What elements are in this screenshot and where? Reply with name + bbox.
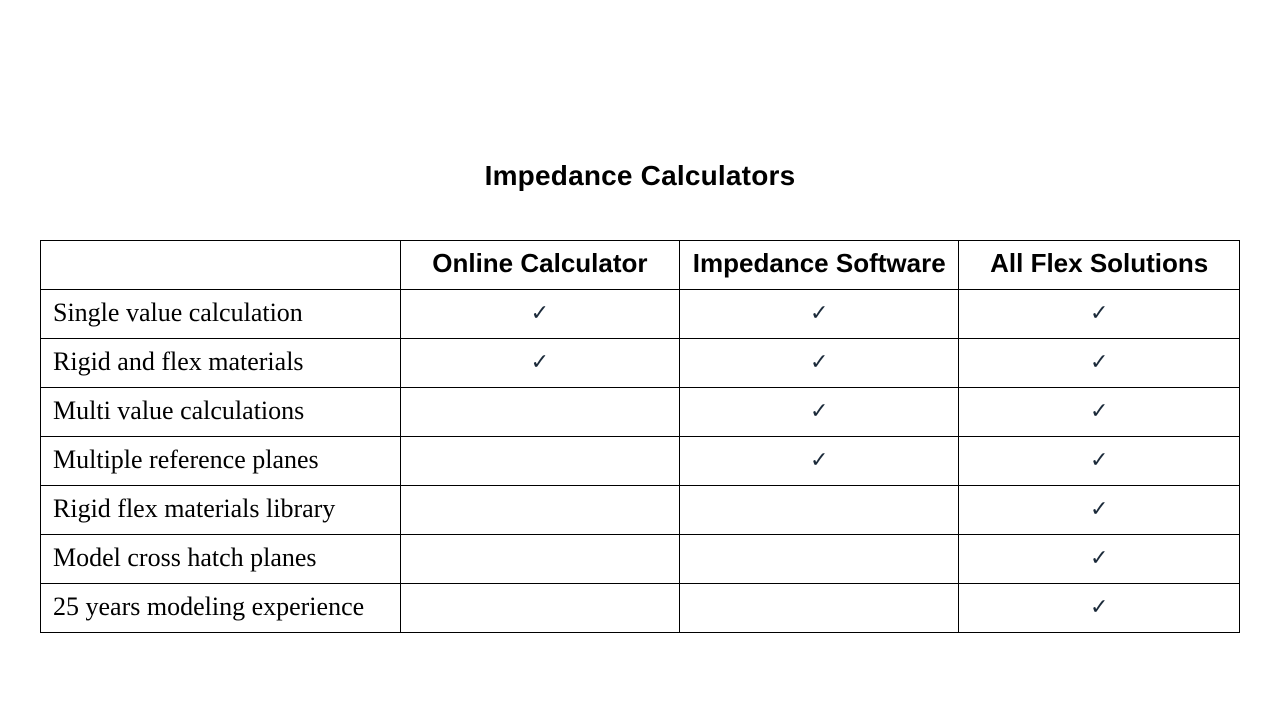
cell: ✓ bbox=[959, 339, 1240, 388]
page: Impedance Calculators Online Calculator … bbox=[0, 0, 1280, 720]
table-row: 25 years modeling experience ✓ bbox=[41, 584, 1240, 633]
cell bbox=[400, 388, 679, 437]
table-row: Single value calculation ✓ ✓ ✓ bbox=[41, 290, 1240, 339]
table-row: Rigid and flex materials ✓ ✓ ✓ bbox=[41, 339, 1240, 388]
table-row: Multiple reference planes ✓ ✓ bbox=[41, 437, 1240, 486]
row-label: Multiple reference planes bbox=[41, 437, 401, 486]
page-title: Impedance Calculators bbox=[40, 160, 1240, 192]
table-header-col-1: Impedance Software bbox=[680, 241, 959, 290]
cell: ✓ bbox=[959, 535, 1240, 584]
cell bbox=[400, 486, 679, 535]
row-label: 25 years modeling experience bbox=[41, 584, 401, 633]
comparison-table: Online Calculator Impedance Software All… bbox=[40, 240, 1240, 633]
row-label: Rigid flex materials library bbox=[41, 486, 401, 535]
cell bbox=[400, 437, 679, 486]
cell: ✓ bbox=[959, 437, 1240, 486]
table-header-col-0: Online Calculator bbox=[400, 241, 679, 290]
row-label: Rigid and flex materials bbox=[41, 339, 401, 388]
table-row: Rigid flex materials library ✓ bbox=[41, 486, 1240, 535]
cell: ✓ bbox=[959, 388, 1240, 437]
table-header-row: Online Calculator Impedance Software All… bbox=[41, 241, 1240, 290]
table-body: Single value calculation ✓ ✓ ✓ Rigid and… bbox=[41, 290, 1240, 633]
table-row: Model cross hatch planes ✓ bbox=[41, 535, 1240, 584]
cell bbox=[680, 535, 959, 584]
row-label: Multi value calculations bbox=[41, 388, 401, 437]
cell: ✓ bbox=[959, 290, 1240, 339]
cell: ✓ bbox=[959, 486, 1240, 535]
cell: ✓ bbox=[680, 339, 959, 388]
table-header-blank bbox=[41, 241, 401, 290]
cell bbox=[400, 584, 679, 633]
row-label: Single value calculation bbox=[41, 290, 401, 339]
cell: ✓ bbox=[400, 339, 679, 388]
cell bbox=[680, 486, 959, 535]
table-header-col-2: All Flex Solutions bbox=[959, 241, 1240, 290]
cell: ✓ bbox=[400, 290, 679, 339]
row-label: Model cross hatch planes bbox=[41, 535, 401, 584]
cell bbox=[680, 584, 959, 633]
cell: ✓ bbox=[680, 388, 959, 437]
table-row: Multi value calculations ✓ ✓ bbox=[41, 388, 1240, 437]
cell: ✓ bbox=[680, 290, 959, 339]
cell: ✓ bbox=[680, 437, 959, 486]
cell bbox=[400, 535, 679, 584]
cell: ✓ bbox=[959, 584, 1240, 633]
